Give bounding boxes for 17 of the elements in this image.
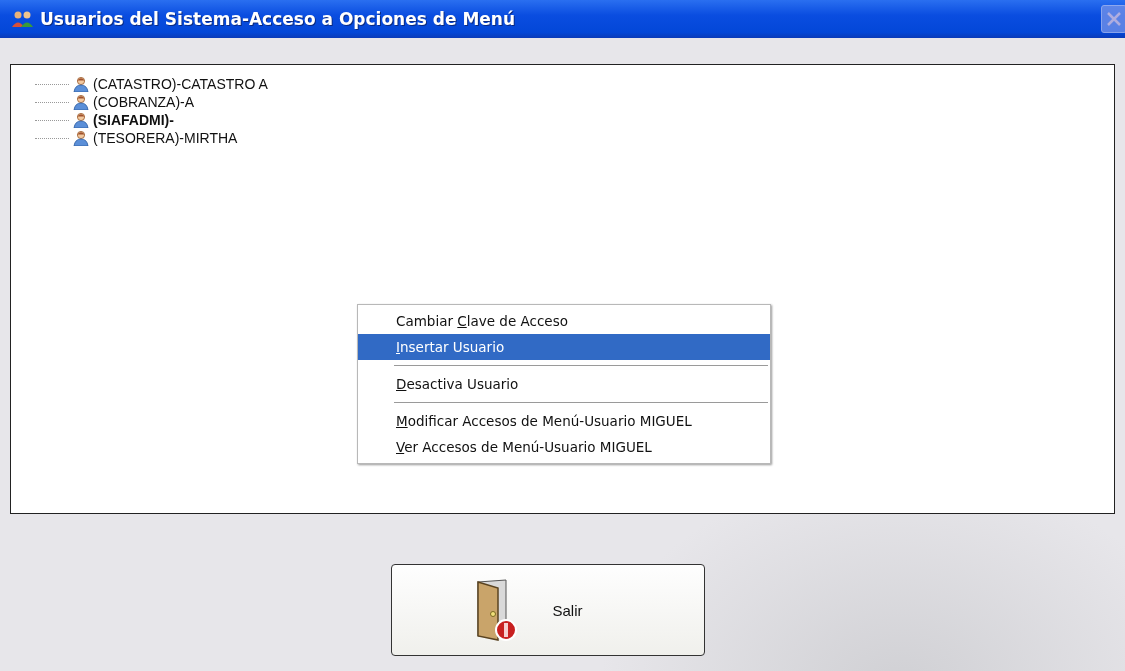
user-icon	[73, 76, 89, 92]
tree-item[interactable]: (TESORERA)-MIRTHA	[93, 130, 238, 146]
menu-item[interactable]: Desactiva Usuario	[358, 371, 770, 397]
user-icon	[73, 94, 89, 110]
menu-item[interactable]: Cambiar Clave de Acceso	[358, 308, 770, 334]
exit-button[interactable]: Salir	[390, 564, 705, 656]
menu-item[interactable]: Modificar Accesos de Menú-Usuario MIGUEL	[358, 408, 770, 434]
tree-item[interactable]: (SIAFADMI)-	[93, 112, 174, 128]
users-icon	[12, 10, 34, 28]
tree-item[interactable]: (COBRANZA)-A	[93, 94, 195, 110]
close-icon	[1105, 10, 1123, 28]
user-icon	[73, 130, 89, 146]
user-icon	[73, 112, 89, 128]
window-title: Usuarios del Sistema-Acceso a Opciones de Menú	[40, 9, 517, 29]
menu-item[interactable]: Insertar Usuario	[358, 334, 770, 360]
menu-item[interactable]: Ver Accesos de Menú-Usuario MIGUEL	[358, 434, 770, 460]
tree-item[interactable]: (CATASTRO)-CATASTRO A	[93, 76, 268, 92]
